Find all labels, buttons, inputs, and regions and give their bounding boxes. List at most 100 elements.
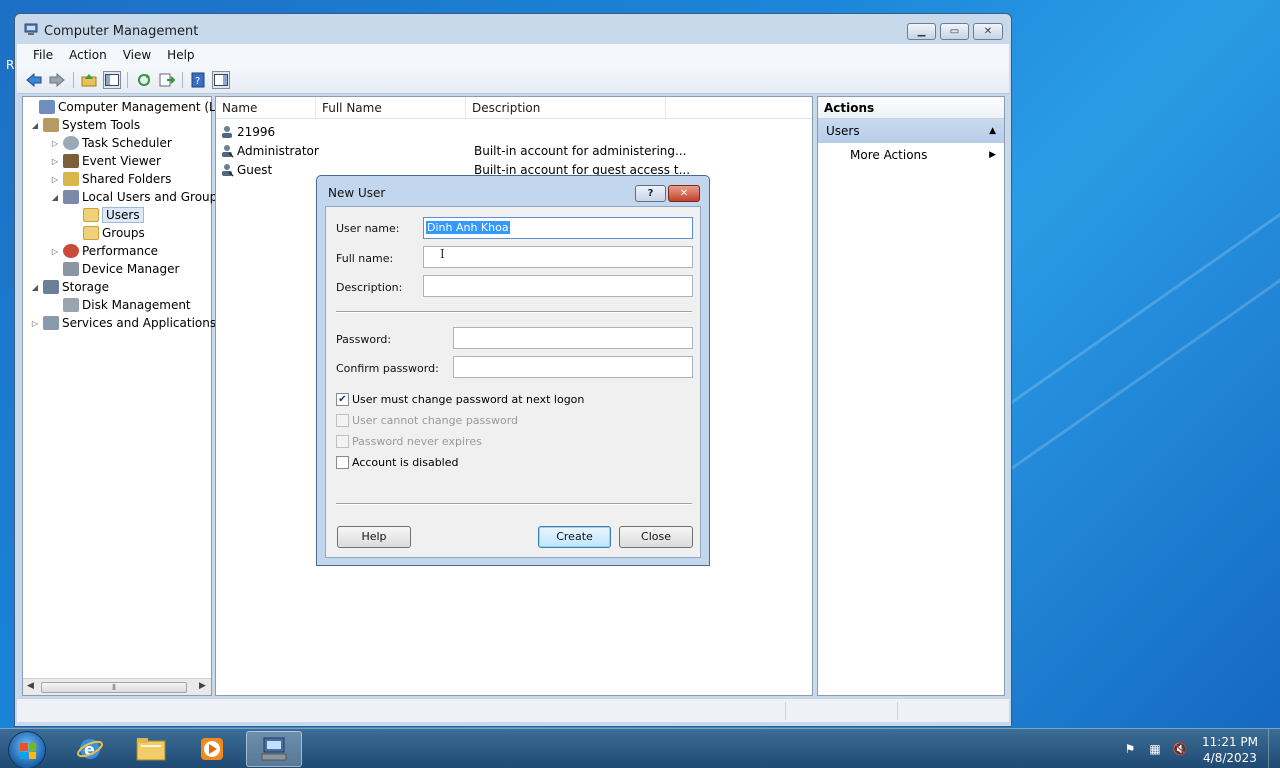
collapse-icon[interactable]: ◢ (49, 193, 61, 202)
close-button[interactable]: Close (619, 526, 693, 548)
cannot-change-password-checkbox[interactable]: User cannot change password (336, 414, 518, 427)
dialog-close-button[interactable]: ✕ (668, 185, 700, 202)
full-name-input[interactable] (423, 246, 693, 268)
user-name-input[interactable]: Dinh Anh Khoa (423, 217, 693, 239)
scroll-right-icon[interactable]: ▶ (199, 681, 206, 691)
network-icon[interactable]: ▦ (1147, 741, 1163, 757)
actions-header: Actions (818, 97, 1004, 119)
dialog-body: User name: Dinh Anh Khoa Full name: I De… (325, 206, 701, 558)
dialog-help-button[interactable]: ? (635, 185, 666, 202)
show-hide-action-pane-button[interactable] (212, 71, 230, 89)
column-header-full-name[interactable]: Full Name (316, 97, 466, 119)
volume-muted-icon[interactable]: 🔇 (1172, 741, 1188, 757)
help-icon: ? (647, 188, 654, 199)
collapse-up-icon[interactable]: ▲ (989, 119, 996, 143)
svg-text:?: ? (195, 76, 200, 87)
title-bar[interactable]: Computer Management ▁ ▭ ✕ (15, 14, 1011, 42)
up-level-button[interactable] (80, 71, 98, 89)
list-row-user[interactable]: 21996 (220, 122, 275, 141)
taskbar: e ⚑ ▦ 🔇 11:21 PM 4/8/2023 (0, 728, 1280, 768)
password-input[interactable] (453, 327, 693, 349)
column-header-name[interactable]: Name (216, 97, 316, 119)
device-manager-icon (63, 262, 79, 276)
list-row-user[interactable]: Administrator Built-in account for admin… (220, 141, 686, 160)
close-window-button[interactable]: ✕ (973, 23, 1003, 40)
computer-management-icon (261, 737, 287, 761)
list-row-user[interactable]: Guest Built-in account for guest access … (220, 160, 690, 179)
windows-logo-icon (20, 743, 36, 759)
expand-icon[interactable]: ▷ (29, 319, 41, 328)
actions-section-users[interactable]: Users ▲ (818, 119, 1004, 143)
more-actions-item[interactable]: More Actions ▶ (818, 143, 1004, 167)
close-icon: ✕ (679, 188, 689, 199)
tree-item-shared-folders[interactable]: ▷ Shared Folders (49, 170, 171, 188)
expand-icon[interactable]: ▷ (49, 157, 61, 166)
start-button[interactable] (8, 731, 46, 768)
help-toolbar-button[interactable]: ? (189, 71, 207, 89)
tree-item-task-scheduler[interactable]: ▷ Task Scheduler (49, 134, 172, 152)
refresh-button[interactable] (135, 71, 153, 89)
confirm-password-input[interactable] (453, 356, 693, 378)
column-header-description[interactable]: Description (466, 97, 666, 119)
separator (336, 503, 692, 505)
password-never-expires-checkbox[interactable]: Password never expires (336, 435, 482, 448)
export-list-button[interactable] (158, 71, 176, 89)
services-icon (43, 316, 59, 330)
tree-item-system-tools[interactable]: ◢ System Tools (29, 116, 140, 134)
collapse-icon[interactable]: ◢ (29, 121, 41, 130)
show-desktop-button[interactable] (1268, 729, 1280, 768)
expand-icon[interactable]: ▷ (49, 139, 61, 148)
user-icon (222, 125, 232, 138)
taskbar-media-player[interactable] (184, 731, 240, 767)
back-button[interactable] (25, 71, 43, 89)
tree-item-services-and-applications[interactable]: ▷ Services and Applications (29, 314, 216, 332)
show-hide-console-tree-button[interactable] (103, 71, 121, 89)
scroll-left-icon[interactable]: ◀ (27, 681, 34, 691)
help-button[interactable]: Help (337, 526, 411, 548)
tree-item-local-users-and-groups[interactable]: ◢ Local Users and Groups (49, 188, 224, 206)
event-viewer-icon (63, 154, 79, 168)
status-bar (17, 698, 1009, 722)
tree-item-event-viewer[interactable]: ▷ Event Viewer (49, 152, 161, 170)
expand-icon[interactable]: ▷ (49, 247, 61, 256)
description-label: Description: (336, 281, 403, 294)
help-book-icon: ? (191, 72, 205, 88)
menu-help[interactable]: Help (159, 48, 202, 62)
list-header: Name Full Name Description (216, 97, 812, 119)
description-input[interactable] (423, 275, 693, 297)
action-center-flag-icon[interactable]: ⚑ (1122, 741, 1138, 757)
forward-button[interactable] (48, 71, 66, 89)
collapse-icon[interactable]: ◢ (29, 283, 41, 292)
menu-view[interactable]: View (115, 48, 159, 62)
menu-file[interactable]: File (25, 48, 61, 62)
maximize-button[interactable]: ▭ (940, 23, 969, 40)
forward-arrow-icon (49, 73, 65, 87)
tree-horizontal-scrollbar[interactable]: ◀ ⦀ ▶ (23, 678, 211, 695)
clock[interactable]: 11:21 PM 4/8/2023 (1196, 734, 1264, 766)
tree-item-computer-management[interactable]: Computer Management (Local (25, 98, 240, 116)
expand-icon[interactable]: ▷ (49, 175, 61, 184)
taskbar-computer-management[interactable] (246, 731, 302, 767)
minimize-icon: ▁ (917, 26, 926, 37)
tree-item-groups[interactable]: Groups (69, 224, 145, 242)
users-groups-icon (63, 190, 79, 204)
disk-icon (63, 298, 79, 312)
taskbar-file-explorer[interactable] (123, 731, 179, 767)
back-arrow-icon (26, 73, 42, 87)
must-change-password-checkbox[interactable]: ✔ User must change password at next logo… (336, 393, 584, 406)
create-button[interactable]: Create (538, 526, 611, 548)
new-user-dialog: New User ? ✕ User name: Dinh Anh Khoa Fu… (316, 175, 710, 566)
tree-item-disk-management[interactable]: Disk Management (49, 296, 191, 314)
tree-item-storage[interactable]: ◢ Storage (29, 278, 109, 296)
user-icon (222, 144, 234, 158)
tree-item-users[interactable]: Users (69, 206, 144, 224)
tree-item-device-manager[interactable]: Device Manager (49, 260, 179, 278)
scroll-thumb[interactable]: ⦀ (41, 682, 187, 693)
tree-item-performance[interactable]: ▷ Performance (49, 242, 158, 260)
account-disabled-checkbox[interactable]: Account is disabled (336, 456, 459, 469)
taskbar-internet-explorer[interactable]: e (62, 731, 118, 767)
minimize-button[interactable]: ▁ (907, 23, 936, 40)
menu-action[interactable]: Action (61, 48, 115, 62)
maximize-icon: ▭ (949, 26, 960, 37)
confirm-password-label: Confirm password: (336, 362, 439, 375)
